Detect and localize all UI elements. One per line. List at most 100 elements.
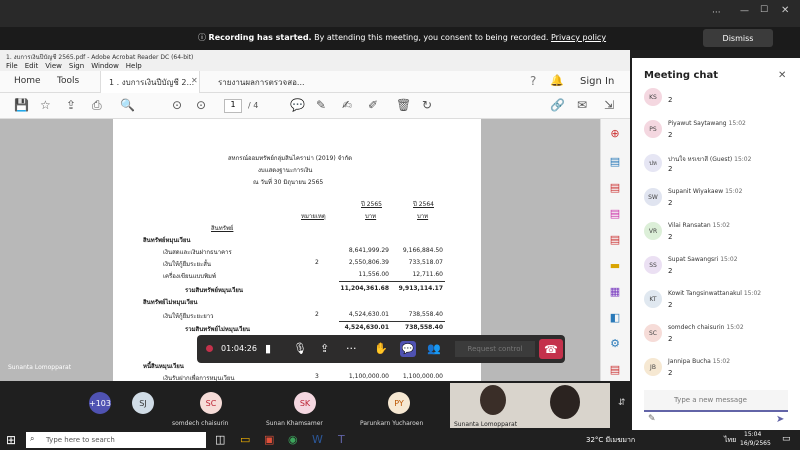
scan-icon[interactable]: ◧	[608, 311, 622, 325]
office-icon[interactable]: ▣	[264, 433, 274, 446]
weather[interactable]: 32°C มีเมฆมาก	[586, 435, 635, 446]
tab-tools[interactable]: Tools	[57, 76, 79, 86]
row-value-2564: 12,711.60	[412, 271, 443, 278]
video-tile: Sunanta Lomopparat	[450, 383, 610, 428]
rotate-icon[interactable]: ↻	[422, 98, 432, 112]
organize-icon[interactable]: ▦	[608, 285, 622, 299]
new-message-input[interactable]: Type a new message	[644, 390, 788, 412]
menu-window[interactable]: Window	[91, 62, 119, 70]
avatar: JB	[644, 358, 662, 376]
hang-up-button[interactable]: ☎	[539, 339, 563, 359]
word-icon[interactable]: W	[312, 433, 323, 446]
menu-sign[interactable]: Sign	[69, 62, 84, 70]
camera-icon[interactable]: ▮	[265, 342, 271, 355]
message-text: 2	[668, 96, 673, 104]
chat-message: VR Vilai Ransatan 15:02 2	[644, 222, 794, 246]
export-pdf-icon[interactable]: ▤	[608, 155, 622, 169]
call-controls: 01:04:26 ▮ 🎙 ⇪ ··· ✋ 💬 👥 Request control…	[197, 335, 565, 363]
clock-time[interactable]: 15:04	[744, 431, 761, 438]
comment-icon[interactable]: 💬	[290, 98, 305, 112]
chat-toggle-icon[interactable]: 💬	[400, 341, 416, 357]
close-icon[interactable]: ✕	[781, 5, 789, 16]
acrobat-toolbar: 💾 ☆ ⇪ ⎙ 🔍 ⊙ ⊙ 1 / 4 💬 ✎ ✍ ✐ 🗑 ↻ 🔗 ✉ ⇲	[0, 93, 630, 119]
chat-message: KS 2	[644, 88, 794, 110]
fill-sign-icon[interactable]: ✐	[368, 98, 378, 112]
noncurrent-heading: สินทรัพย์ไม่หมุนเวียน	[143, 299, 198, 306]
save-icon[interactable]: 💾	[14, 98, 29, 112]
taskbar-search[interactable]: ⌕ Type here to search	[26, 432, 206, 448]
message-author: Supat Sawangsri 15:02	[668, 256, 738, 263]
share-screen-icon[interactable]: ⇪	[320, 342, 329, 355]
chat-title: Meeting chat	[644, 70, 719, 81]
next-page-icon[interactable]: ⊙	[196, 98, 206, 112]
bell-icon[interactable]: 🔔	[550, 74, 564, 87]
menu-view[interactable]: View	[45, 62, 62, 70]
doc-heading-3: ณ วันที่ 30 มิถุนายน 2565	[253, 179, 324, 186]
signature-icon[interactable]: ✍	[342, 98, 352, 112]
search-icon[interactable]: 🔍	[120, 98, 135, 112]
message-text: 2	[668, 131, 673, 139]
clock-date[interactable]: 16/9/2565	[740, 440, 771, 447]
task-view-icon[interactable]: ◫	[215, 433, 225, 446]
expand-icon[interactable]: ⇵	[618, 398, 626, 408]
upload-icon[interactable]: ⇪	[66, 98, 76, 112]
avatar: KS	[644, 88, 662, 106]
raise-hand-icon[interactable]: ✋	[374, 342, 388, 355]
row-value-2564: 9,166,884.50	[402, 247, 443, 254]
dismiss-button[interactable]: Dismiss	[703, 29, 773, 47]
privacy-policy-link[interactable]: Privacy policy	[551, 33, 606, 42]
share-icon[interactable]: ⇲	[604, 98, 614, 112]
format-icon[interactable]: ✎	[648, 414, 656, 424]
tab-document-1[interactable]: 1 . งบการเงินปีบัญชี 2... ✕	[100, 71, 200, 93]
zoom-icon[interactable]: ⊕	[608, 127, 622, 141]
minimize-icon[interactable]: —	[740, 6, 749, 16]
chrome-icon[interactable]: ◉	[288, 433, 298, 446]
menu-edit[interactable]: Edit	[25, 62, 39, 70]
participant-avatar: SJ	[132, 392, 154, 414]
pen-icon[interactable]: ✎	[316, 98, 326, 112]
more-options-icon[interactable]: ···	[712, 8, 721, 18]
more-actions-icon[interactable]: ···	[346, 342, 357, 355]
row-value-2565: 8,641,999.29	[348, 247, 389, 254]
edit-pdf-icon[interactable]: ▤	[608, 207, 622, 221]
more-tools-icon[interactable]: ▤	[608, 363, 622, 377]
mail-icon[interactable]: ✉	[577, 98, 587, 112]
file-explorer-icon[interactable]: ▭	[240, 433, 250, 446]
tab-document-2[interactable]: รายงานผลการตรวจสอ...	[218, 76, 305, 89]
teams-icon[interactable]: T	[338, 433, 345, 446]
tab-document-1-label: 1 . งบการเงินปีบัญชี 2...	[109, 78, 195, 87]
star-icon[interactable]: ☆	[40, 98, 51, 112]
menu-help[interactable]: Help	[126, 62, 142, 70]
link-icon[interactable]: 🔗	[550, 98, 565, 112]
combine-icon[interactable]: ▤	[608, 233, 622, 247]
windows-start-icon[interactable]: ⊞	[6, 433, 16, 447]
prev-page-icon[interactable]: ⊙	[172, 98, 182, 112]
maximize-icon[interactable]: ☐	[760, 5, 768, 15]
row-value-2564: 738,558.40	[408, 311, 443, 318]
participants-icon[interactable]: 👥	[427, 342, 441, 355]
delete-icon[interactable]: 🗑	[396, 98, 411, 112]
create-pdf-icon[interactable]: ▤	[608, 181, 622, 195]
chat-message: SW Supanit Wiyakaew 15:02 2	[644, 188, 794, 212]
comment-tool-icon[interactable]: ▬	[608, 259, 622, 273]
print-icon[interactable]: ⎙	[92, 98, 102, 113]
notification-icon[interactable]: ▭	[782, 434, 791, 444]
tab-home[interactable]: Home	[14, 76, 41, 86]
request-control-button[interactable]: Request control	[455, 341, 535, 357]
mic-off-icon[interactable]: 🎙	[293, 342, 307, 355]
page-number-input[interactable]: 1	[224, 99, 242, 113]
menu-file[interactable]: File	[6, 62, 18, 70]
close-tab-icon[interactable]: ✕	[191, 76, 198, 85]
doc-heading-2: งบแสดงฐานะการเงิน	[258, 167, 313, 174]
language-indicator[interactable]: ไทย	[724, 435, 736, 446]
liabilities-heading: หนี้สินหมุนเวียน	[143, 363, 184, 370]
help-icon[interactable]: ?	[530, 74, 536, 88]
meeting-chat-panel: Meeting chat ✕ KS 2 PS Piyawut Saytawang…	[632, 58, 800, 430]
close-chat-icon[interactable]: ✕	[778, 70, 786, 81]
send-icon[interactable]: ➤	[776, 414, 784, 425]
row-value-2565: 1,100,000.00	[348, 373, 389, 380]
protect-icon[interactable]: ⚙	[608, 337, 622, 351]
more-participants-badge[interactable]: +103	[89, 392, 111, 414]
sign-in-button[interactable]: Sign In	[580, 76, 614, 87]
current-assets-heading: สินทรัพย์หมุนเวียน	[143, 237, 191, 244]
